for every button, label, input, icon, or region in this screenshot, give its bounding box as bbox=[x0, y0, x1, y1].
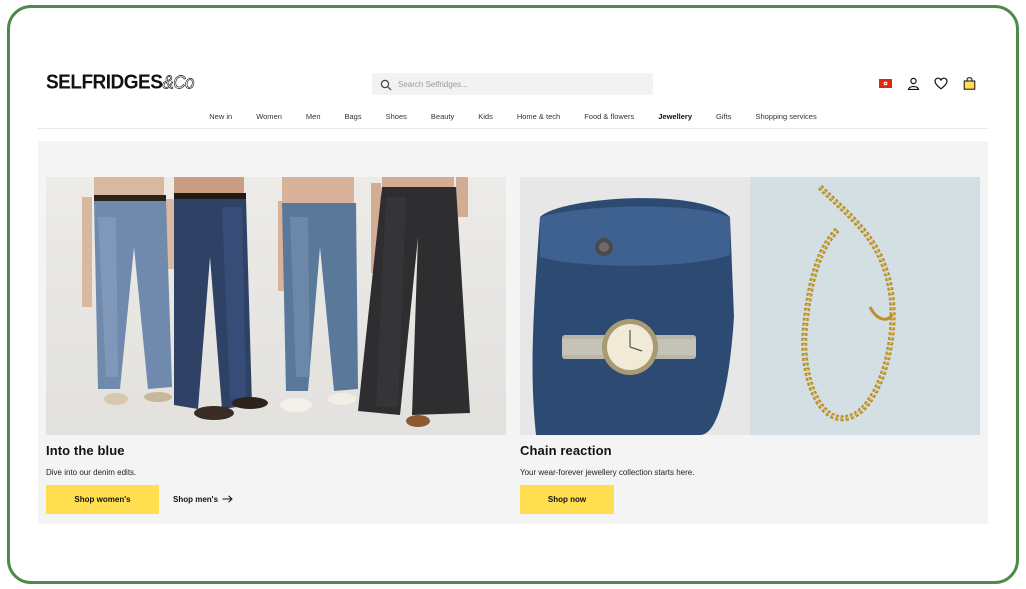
arrow-right-icon bbox=[222, 494, 233, 505]
hong-kong-flag-icon[interactable] bbox=[878, 76, 892, 90]
wishlist-heart-icon[interactable] bbox=[934, 76, 948, 90]
account-icon[interactable] bbox=[906, 76, 920, 90]
promo-subtitle: Your wear-forever jewellery collection s… bbox=[520, 468, 695, 477]
nav-shopping-services[interactable]: Shopping services bbox=[743, 111, 828, 128]
nav-men[interactable]: Men bbox=[294, 111, 333, 128]
site-header: SELFRIDGES&Co bbox=[38, 68, 988, 104]
search-input[interactable] bbox=[398, 79, 638, 89]
nav-food-flowers[interactable]: Food & flowers bbox=[572, 111, 646, 128]
shop-mens-label: Shop men's bbox=[173, 495, 219, 504]
nav-bags[interactable]: Bags bbox=[333, 111, 374, 128]
shop-now-button[interactable]: Shop now bbox=[520, 485, 614, 514]
shop-womens-button[interactable]: Shop women's bbox=[46, 485, 159, 514]
logo-wordmark: SELFRIDGES bbox=[46, 71, 163, 94]
nav-women[interactable]: Women bbox=[244, 111, 294, 128]
search-bar[interactable] bbox=[372, 73, 653, 95]
promo-card-jewellery: Chain reaction Your wear-forever jewelle… bbox=[520, 177, 980, 514]
main-navigation: New in Women Men Bags Shoes Beauty Kids … bbox=[38, 111, 988, 129]
nav-home-tech[interactable]: Home & tech bbox=[505, 111, 572, 128]
header-actions bbox=[878, 76, 976, 90]
nav-kids[interactable]: Kids bbox=[466, 111, 505, 128]
jewellery-image[interactable] bbox=[520, 177, 980, 435]
shop-mens-link[interactable]: Shop men's bbox=[173, 494, 233, 505]
nav-shoes[interactable]: Shoes bbox=[374, 111, 419, 128]
nav-beauty[interactable]: Beauty bbox=[419, 111, 466, 128]
promo-card-denim: Into the blue Dive into our denim edits.… bbox=[46, 177, 506, 514]
promo-actions: Shop women's Shop men's bbox=[46, 485, 506, 514]
denim-models-image[interactable] bbox=[46, 177, 506, 435]
promo-actions: Shop now bbox=[520, 485, 980, 514]
promo-panel: Into the blue Dive into our denim edits.… bbox=[38, 141, 988, 524]
promo-title: Into the blue bbox=[46, 443, 125, 458]
promo-title: Chain reaction bbox=[520, 443, 612, 458]
logo-suffix: &Co bbox=[162, 72, 195, 93]
nav-jewellery[interactable]: Jewellery bbox=[646, 111, 704, 128]
selfridges-logo[interactable]: SELFRIDGES&Co bbox=[46, 71, 195, 95]
shopping-bag-icon[interactable] bbox=[962, 76, 976, 90]
search-icon bbox=[380, 78, 392, 91]
promo-subtitle: Dive into our denim edits. bbox=[46, 468, 137, 477]
nav-new-in[interactable]: New in bbox=[197, 111, 244, 128]
nav-gifts[interactable]: Gifts bbox=[704, 111, 743, 128]
